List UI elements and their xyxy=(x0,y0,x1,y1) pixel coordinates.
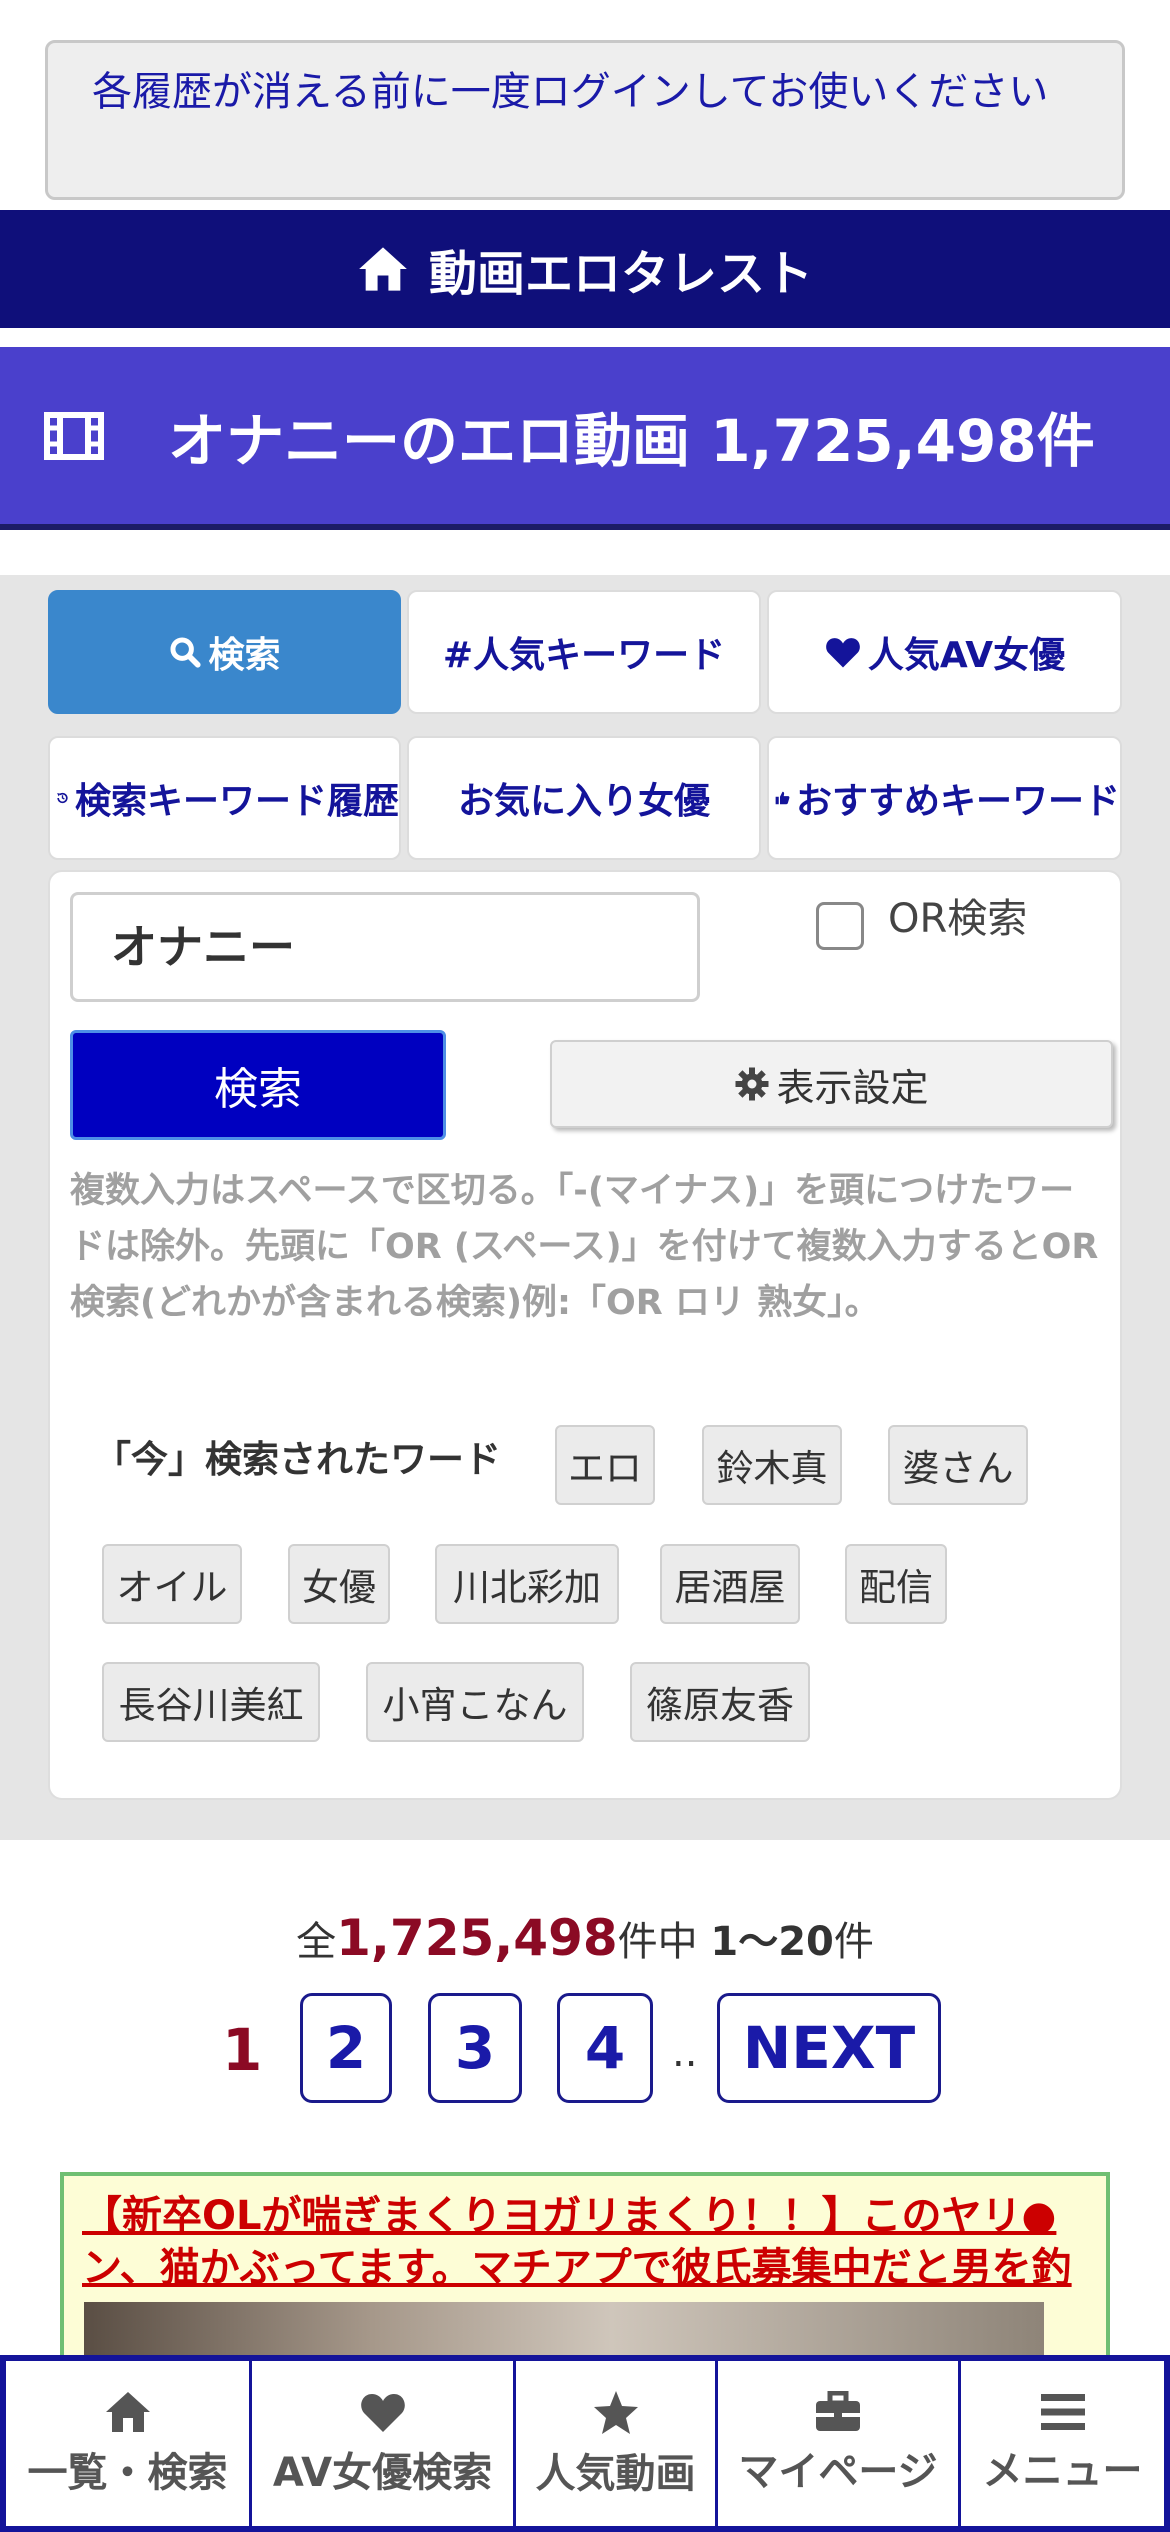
heart-icon xyxy=(360,2393,405,2432)
trending-word[interactable]: 居酒屋 xyxy=(660,1544,800,1624)
ad-text[interactable]: 【新卒OLが喘ぎまくりヨガリまくり！！】このヤリ●ン、猫かぶってます。マチアプで… xyxy=(82,2190,1088,2294)
home-icon xyxy=(359,247,407,291)
tab-popular-keywords[interactable]: #人気キーワード xyxy=(407,590,761,714)
nav-popular-videos[interactable]: 人気動画 xyxy=(516,2361,718,2526)
menu-icon xyxy=(1040,2393,1085,2430)
result-count-suffix: 件 xyxy=(833,1919,874,1965)
nav-menu-label: メニュー xyxy=(982,2447,1143,2494)
current-page: 1 xyxy=(222,2016,263,2084)
home-icon xyxy=(105,2391,150,2432)
result-count-prefix: 全 xyxy=(296,1919,337,1965)
trending-word[interactable]: 鈴木真 xyxy=(702,1425,842,1505)
site-header[interactable]: 動画エロタレスト xyxy=(0,210,1170,328)
tab-search-label: 検索 xyxy=(208,635,281,676)
result-count-mid: 件中 xyxy=(617,1919,698,1965)
tab-favorite-actresses[interactable]: お気に入り女優 xyxy=(407,736,761,860)
trending-word[interactable]: 川北彩加 xyxy=(435,1544,619,1624)
or-search-checkbox[interactable] xyxy=(816,902,864,950)
result-count: 全1,725,498件中 1〜20件 xyxy=(0,1903,1170,1977)
search-form xyxy=(48,870,1122,1800)
thumbs-up-icon xyxy=(775,791,790,805)
film-icon xyxy=(44,411,104,460)
display-settings-label: 表示設定 xyxy=(776,1065,929,1110)
trending-word[interactable]: 長谷川美紅 xyxy=(102,1662,320,1742)
result-range: 1〜20 xyxy=(710,1919,834,1965)
star-icon xyxy=(593,2390,638,2434)
nav-my-page-label: マイページ xyxy=(738,2448,938,2495)
trending-word[interactable]: 配信 xyxy=(845,1544,947,1624)
login-notice: 各履歴が消える前に一度ログインしてお使いください xyxy=(45,40,1125,200)
next-page-button[interactable]: NEXT xyxy=(717,1993,941,2103)
briefcase-icon xyxy=(816,2390,860,2431)
search-button[interactable]: 検索 xyxy=(70,1030,446,1140)
page-title-bar: オナニーのエロ動画 1,725,498件 xyxy=(0,347,1170,530)
nav-list-search[interactable]: 一覧・検索 xyxy=(6,2361,252,2526)
result-total: 1,725,498 xyxy=(336,1909,618,1967)
pagination-ellipsis: .. xyxy=(672,2030,698,2076)
trending-word[interactable]: オイル xyxy=(102,1544,242,1624)
page-button[interactable]: 2 xyxy=(300,1993,392,2103)
login-notice-text: 各履歴が消える前に一度ログインしてお使いください xyxy=(92,69,1049,115)
tab-search-history-label: 検索キーワード履歴 xyxy=(74,781,399,822)
trending-word[interactable]: 篠原友香 xyxy=(630,1662,810,1742)
page-title: オナニーのエロ動画 1,725,498件 xyxy=(168,406,1095,475)
keyword-input[interactable]: オナニー xyxy=(70,892,700,1002)
nav-list-search-label: 一覧・検索 xyxy=(27,2449,228,2496)
gear-icon xyxy=(735,1067,769,1101)
trending-word[interactable]: 小宵こなん xyxy=(366,1662,584,1742)
nav-menu[interactable]: メニュー xyxy=(961,2361,1164,2526)
nav-actress-search-label: AV女優検索 xyxy=(272,2449,493,2496)
heart-icon xyxy=(825,638,860,668)
tab-search-history[interactable]: 検索キーワード履歴 xyxy=(48,736,401,860)
display-settings-button[interactable]: 表示設定 xyxy=(550,1040,1113,1128)
page-button[interactable]: 4 xyxy=(557,1993,653,2103)
trending-word[interactable]: 婆さん xyxy=(888,1425,1028,1505)
trending-label: 「今」検索されたワード xyxy=(94,1438,501,1481)
tab-popular-keywords-label: #人気キーワード xyxy=(442,635,726,676)
bottom-nav: 一覧・検索 AV女優検索 人気動画 マイページ メニュー xyxy=(0,2355,1170,2532)
nav-my-page[interactable]: マイページ xyxy=(718,2361,961,2526)
or-search-label[interactable]: OR検索 xyxy=(888,892,1027,946)
tab-search[interactable]: 検索 xyxy=(48,590,401,714)
nav-actress-search[interactable]: AV女優検索 xyxy=(252,2361,516,2526)
tab-favorite-actresses-label: お気に入り女優 xyxy=(457,781,710,822)
site-title: 動画エロタレスト xyxy=(428,246,813,302)
trending-word[interactable]: エロ xyxy=(555,1425,655,1505)
search-help-text: 複数入力はスペースで区切る。「-(マイナス)」を頭につけたワードは除外。先頭に「… xyxy=(70,1171,1099,1323)
history-icon xyxy=(57,792,68,804)
search-button-label: 検索 xyxy=(214,1064,302,1115)
search-icon xyxy=(170,637,202,668)
tab-popular-actresses-label: 人気AV女優 xyxy=(867,635,1066,676)
trending-word[interactable]: 女優 xyxy=(288,1544,390,1624)
nav-popular-videos-label: 人気動画 xyxy=(535,2450,696,2497)
page-button[interactable]: 3 xyxy=(428,1993,522,2103)
tab-recommended-keywords[interactable]: おすすめキーワード xyxy=(767,736,1122,860)
tab-recommended-keywords-label: おすすめキーワード xyxy=(795,781,1120,822)
tab-popular-actresses[interactable]: 人気AV女優 xyxy=(767,590,1122,714)
